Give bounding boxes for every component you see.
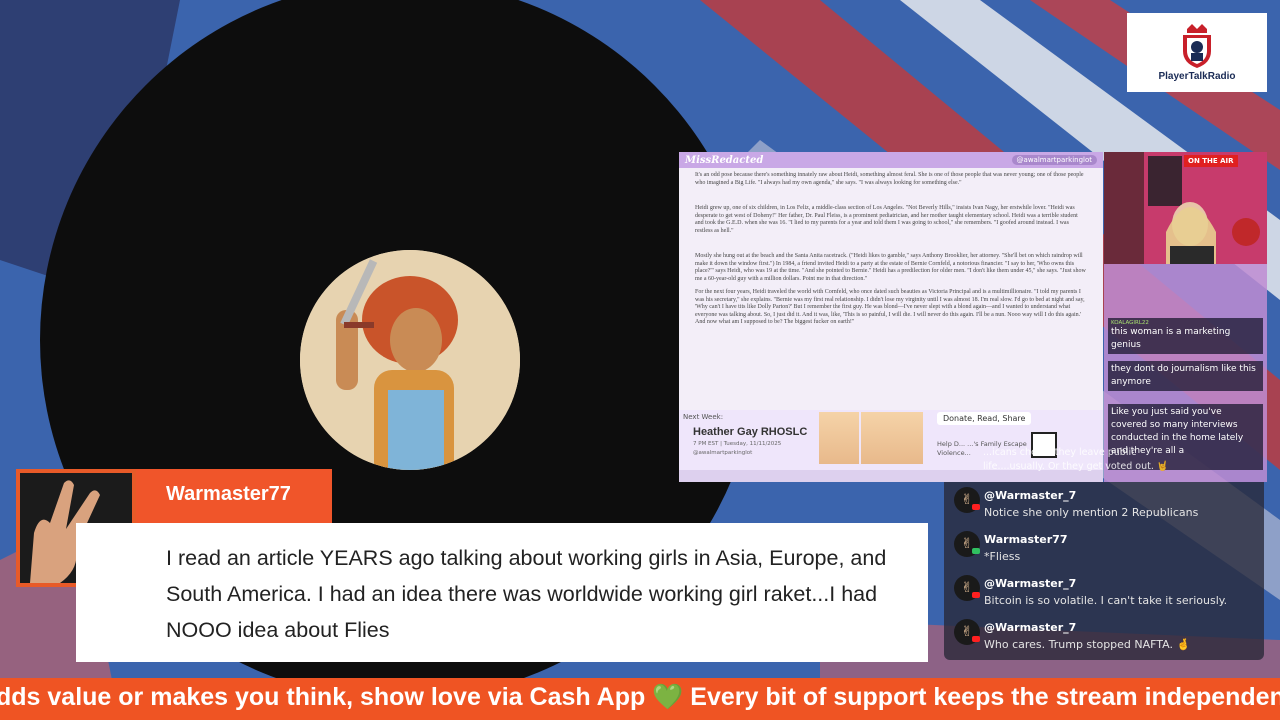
rumble-icon: [972, 548, 980, 554]
chat-text: this woman is a marketing genius: [1111, 327, 1231, 350]
youtube-icon: [972, 592, 980, 598]
youtube-icon: [972, 636, 980, 642]
article-paragraph: Mostly she hung out at the beach and the…: [695, 253, 1086, 282]
guest-photo: [819, 412, 859, 464]
next-week-date: 7 PM EST | Tuesday, 11/11/2025: [693, 441, 782, 447]
article-screenshot: MissRedacted @awalmartparkinglot It's an…: [679, 152, 1103, 410]
featured-comment-text: I read an article YEARS ago talking abou…: [166, 546, 887, 642]
logo-text: PlayerTalkRadio: [1158, 71, 1236, 82]
chat-message: ✌ @Warmaster_7 Who cares. Trump stopped …: [954, 614, 1254, 654]
chat-text: Notice she only mention 2 Republicans: [984, 506, 1199, 519]
list-item: KOALAGIRL22 this woman is a marketing ge…: [1108, 318, 1263, 354]
chat-text: they dont do journalism like this anymor…: [1111, 364, 1256, 387]
next-week-guest: Heather Gay RHOSLC: [693, 426, 808, 438]
article-paragraph: Heidi grew up, one of six children, in L…: [695, 205, 1078, 234]
next-week-label: Next Week:: [683, 413, 724, 421]
article-header: MissRedacted @awalmartparkinglot: [679, 152, 1103, 168]
chat-user: KOALAGIRL22: [1111, 320, 1149, 326]
overlay-text: ...icans chea... they leave public life.…: [983, 447, 1169, 472]
on-air-sign: ON THE AIR: [1184, 155, 1238, 167]
youtube-icon: [972, 504, 980, 510]
crowned-shield-logo-icon: [1183, 24, 1211, 68]
record-label-illustration: [300, 250, 520, 470]
chat-text: *Fliess: [984, 550, 1021, 563]
chat-message: ✌ Warmaster77 *Fliess: [954, 526, 1254, 566]
chat-username: @Warmaster_7: [984, 577, 1077, 590]
article-paragraph: For the next four years, Heidi traveled …: [695, 289, 1085, 325]
chat-username: @Warmaster_7: [984, 489, 1077, 502]
article-brand: MissRedacted: [685, 154, 764, 166]
next-week-handle: @awalmartparkinglot: [693, 450, 753, 456]
bottom-ticker: dds value or makes you think, show love …: [0, 678, 1280, 720]
list-item: they dont do journalism like this anymor…: [1108, 361, 1263, 391]
article-handle: @awalmartparkinglot: [1011, 155, 1097, 165]
player-talk-radio-logo: PlayerTalkRadio: [1127, 13, 1267, 92]
host-camera: ON THE AIR: [1104, 152, 1267, 264]
chat-username: @Warmaster_7: [984, 621, 1077, 634]
featured-name-tab: Warmaster77: [136, 469, 332, 523]
featured-comment-box: I read an article YEARS ago talking abou…: [76, 523, 928, 662]
chat-message: ✌ @Warmaster_7 Notice she only mention 2…: [954, 482, 1254, 522]
live-chat: ✌ @Warmaster_7 Notice she only mention 2…: [944, 482, 1264, 660]
guest-photo: [861, 412, 923, 464]
chat-username: Warmaster77: [984, 533, 1068, 546]
ticker-text: dds value or makes you think, show love …: [0, 683, 1280, 711]
chat-message: ✌ @Warmaster_7 Bitcoin is so volatile. I…: [954, 570, 1254, 610]
chat-text: Who cares. Trump stopped NAFTA. 🤞: [984, 638, 1191, 651]
article-paragraph: It's an odd pose because there's somethi…: [695, 172, 1084, 186]
donate-badge: Donate, Read, Share: [937, 412, 1032, 425]
article-body: It's an odd pose because there's somethi…: [679, 168, 1103, 349]
featured-username: Warmaster77: [166, 483, 291, 505]
chat-text: Bitcoin is so volatile. I can't take it …: [984, 594, 1228, 607]
